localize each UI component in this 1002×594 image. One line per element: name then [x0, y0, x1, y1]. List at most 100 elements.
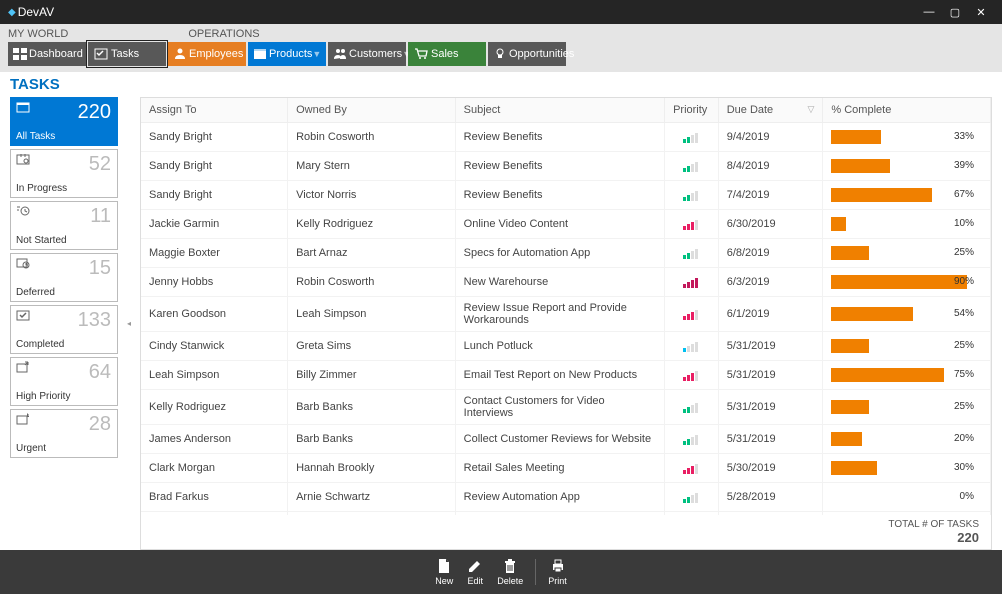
- progress-icon: [16, 153, 34, 167]
- edit-button[interactable]: Edit: [463, 558, 487, 586]
- filter-tile-in-progress[interactable]: 52In Progress: [10, 149, 118, 198]
- cell-owned: Greta Sims: [288, 332, 456, 361]
- tile-label: Not Started: [16, 235, 112, 246]
- priority-icon: [683, 276, 699, 288]
- cell-due: 6/8/2019: [718, 239, 823, 268]
- nav-opportunities-button[interactable]: Opportunities: [488, 42, 566, 66]
- column-header[interactable]: % Complete: [823, 98, 991, 123]
- column-header[interactable]: Due Date ▽: [718, 98, 823, 123]
- cell-priority: [665, 332, 719, 361]
- cell-priority: [665, 390, 719, 425]
- column-header[interactable]: Subject: [455, 98, 664, 123]
- priority-icon: [683, 401, 699, 413]
- cell-complete: 67%: [823, 181, 991, 210]
- table-row[interactable]: Sandy BrightVictor NorrisReview Benefits…: [141, 181, 991, 210]
- window-close-button[interactable]: ✕: [968, 6, 994, 19]
- sidebar-collapse-handle[interactable]: ◂: [126, 97, 132, 550]
- table-row[interactable]: Kelly RodriguezBarb BanksContact Custome…: [141, 390, 991, 425]
- tile-label: Urgent: [16, 443, 112, 454]
- priority-icon: [683, 462, 699, 474]
- cell-subject: Review Benefits: [455, 152, 664, 181]
- box-icon: [253, 47, 267, 61]
- table-row[interactable]: Sandy BrightRobin CosworthReview Benefit…: [141, 123, 991, 152]
- table-row[interactable]: Maggie BoxterBart ArnazSpecs for Automat…: [141, 239, 991, 268]
- cell-owned: Hannah Brookly: [288, 454, 456, 483]
- nav-label: Employees: [189, 48, 243, 60]
- print-button[interactable]: Print: [544, 558, 571, 586]
- tasks-icon: [93, 47, 109, 61]
- table-row[interactable]: Clark MorganHannah BrooklyRetail Sales M…: [141, 454, 991, 483]
- table-row[interactable]: Leah SimpsonBilly ZimmerEmail Test Repor…: [141, 361, 991, 390]
- nav-customers-button[interactable]: Customers▼: [328, 42, 406, 66]
- app-logo-icon: ◆: [8, 7, 16, 18]
- people-icon: [333, 47, 347, 61]
- trash-icon: [502, 558, 518, 576]
- ribbon: MY WORLD OPERATIONS DashboardTasksEmploy…: [0, 24, 1002, 72]
- table-row[interactable]: Karen GoodsonLeah SimpsonReview Issue Re…: [141, 297, 991, 332]
- button-label: Delete: [497, 576, 523, 586]
- bulb-icon: [493, 47, 507, 61]
- priority-icon: [683, 218, 699, 230]
- table-row[interactable]: James AndersonBarb BanksCollect Customer…: [141, 425, 991, 454]
- title-bar: ◆ DevAV — ▢ ✕: [0, 0, 1002, 24]
- nav-employees-button[interactable]: Employees: [168, 42, 246, 66]
- tile-label: In Progress: [16, 183, 112, 194]
- cell-complete: 54%: [823, 297, 991, 332]
- table-row[interactable]: Brad FarkusArnie SchwartzReview Automati…: [141, 483, 991, 512]
- nav-label: Dashboard: [29, 48, 83, 60]
- table-row[interactable]: Jackie GarminKelly RodriguezOnline Video…: [141, 210, 991, 239]
- tile-label: Completed: [16, 339, 112, 350]
- new-button[interactable]: New: [431, 558, 457, 586]
- cell-subject: Retail Sales Meeting: [455, 454, 664, 483]
- cell-assign: Sandy Bright: [141, 152, 288, 181]
- cell-owned: Leah Simpson: [288, 297, 456, 332]
- filter-tile-urgent[interactable]: 28Urgent: [10, 409, 118, 458]
- filter-tile-high-priority[interactable]: 64High Priority: [10, 357, 118, 406]
- cell-priority: [665, 210, 719, 239]
- cell-priority: [665, 181, 719, 210]
- window-minimize-button[interactable]: —: [916, 6, 942, 18]
- cell-complete: 39%: [823, 152, 991, 181]
- priority-icon: [683, 160, 699, 172]
- cell-due: 7/4/2019: [718, 181, 823, 210]
- clock-icon: [16, 205, 34, 219]
- filter-tile-completed[interactable]: 133Completed: [10, 305, 118, 354]
- cell-due: 5/28/2019: [718, 483, 823, 512]
- table-row[interactable]: Cindy StanwickGreta SimsLunch Potluck5/3…: [141, 332, 991, 361]
- column-header[interactable]: Owned By: [288, 98, 456, 123]
- cell-complete: 20%: [823, 425, 991, 454]
- filter-tile-all-tasks[interactable]: 220All Tasks: [10, 97, 118, 146]
- column-header[interactable]: Priority: [665, 98, 719, 123]
- priority-icon: [683, 247, 699, 259]
- delete-button[interactable]: Delete: [493, 558, 527, 586]
- nav-label: Products: [269, 48, 312, 60]
- cell-due: 6/30/2019: [718, 210, 823, 239]
- nav-tasks-button[interactable]: Tasks: [88, 42, 166, 66]
- nav-products-button[interactable]: Products▼: [248, 42, 326, 66]
- cell-assign: Sandy Bright: [141, 181, 288, 210]
- table-row[interactable]: Sandy BrightMary SternReview Benefits8/4…: [141, 152, 991, 181]
- cell-owned: Billy Zimmer: [288, 361, 456, 390]
- tile-count: 220: [78, 101, 111, 124]
- tile-count: 15: [89, 257, 111, 280]
- window-maximize-button[interactable]: ▢: [942, 6, 968, 19]
- filter-tile-deferred[interactable]: 15Deferred: [10, 253, 118, 302]
- cell-complete: 10%: [823, 210, 991, 239]
- filter-tile-not-started[interactable]: 11Not Started: [10, 201, 118, 250]
- cell-priority: [665, 297, 719, 332]
- separator: [535, 559, 536, 585]
- cell-assign: Sandy Bright: [141, 123, 288, 152]
- cell-assign: Jenny Hobbs: [141, 268, 288, 297]
- cell-priority: [665, 268, 719, 297]
- cell-assign: Karen Goodson: [141, 297, 288, 332]
- cell-assign: James Anderson: [141, 425, 288, 454]
- column-header[interactable]: Assign To: [141, 98, 288, 123]
- cell-subject: Specs for Automation App: [455, 239, 664, 268]
- cell-subject: Review Benefits: [455, 123, 664, 152]
- grid-footer: TOTAL # OF TASKS 220: [141, 515, 991, 549]
- table-row[interactable]: Jenny HobbsRobin CosworthNew Warehourse6…: [141, 268, 991, 297]
- cell-priority: [665, 239, 719, 268]
- nav-dashboard-button[interactable]: Dashboard: [8, 42, 86, 66]
- page-title: TASKS: [10, 76, 992, 93]
- nav-sales-button[interactable]: Sales: [408, 42, 486, 66]
